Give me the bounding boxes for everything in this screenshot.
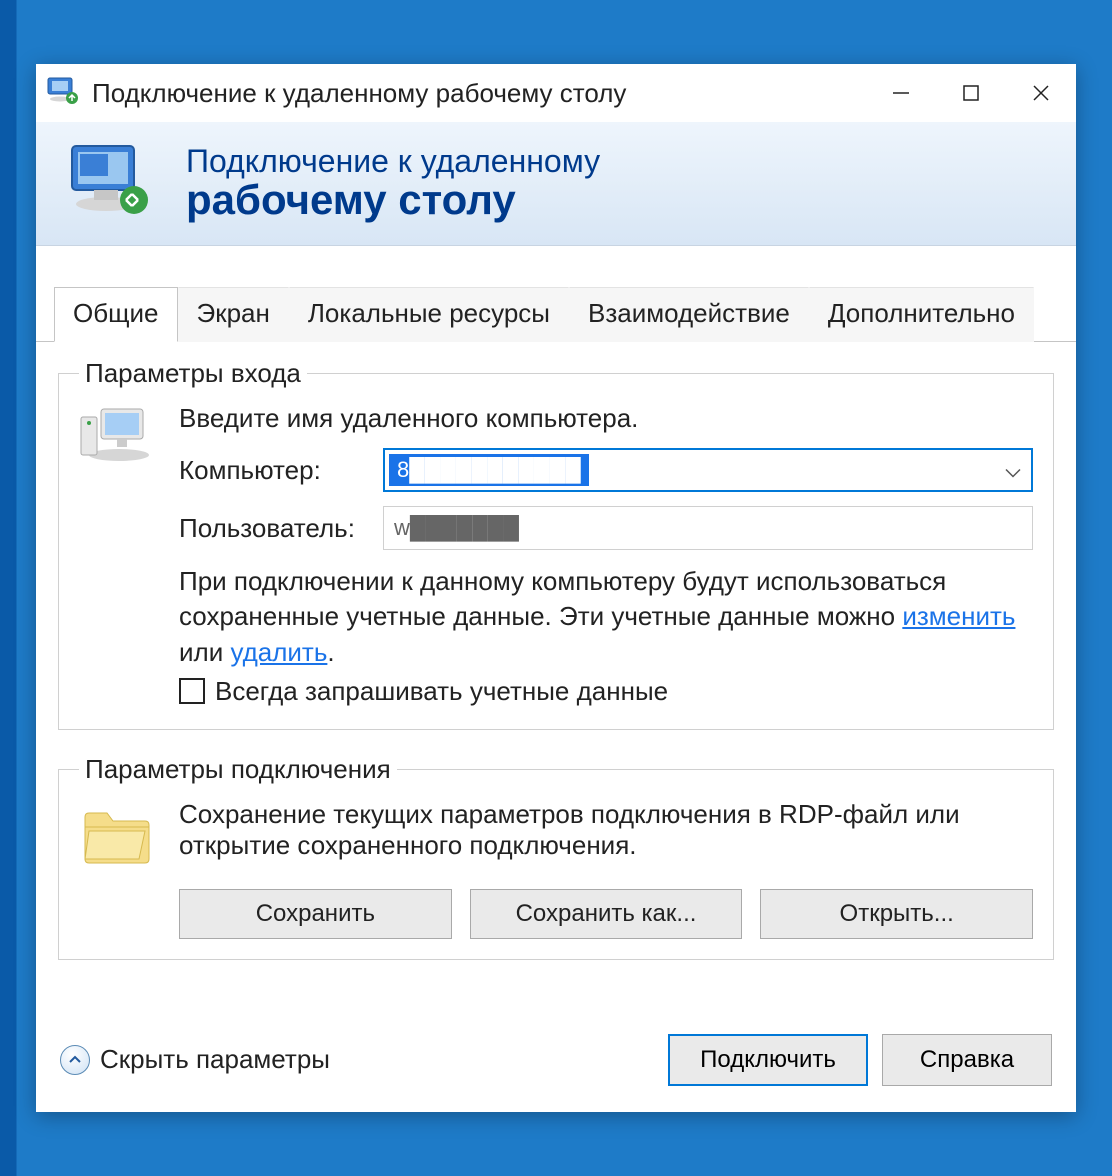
logon-legend: Параметры входа — [79, 358, 307, 389]
titlebar: Подключение к удаленному рабочему столу — [36, 64, 1076, 122]
banner-line2: рабочему столу — [186, 176, 600, 224]
connection-description: Сохранение текущих параметров подключени… — [179, 799, 1033, 861]
computer-combobox[interactable]: 8███████████ — [383, 448, 1033, 492]
close-button[interactable] — [1006, 68, 1076, 118]
connect-button[interactable]: Подключить — [668, 1034, 868, 1086]
logon-settings-group: Параметры входа Введите имя удаленного к… — [58, 358, 1054, 729]
hide-options-label: Скрыть параметры — [100, 1044, 330, 1075]
banner-text: Подключение к удаленному рабочему столу — [186, 143, 600, 224]
help-button[interactable]: Справка — [882, 1034, 1052, 1086]
tab-advanced[interactable]: Дополнительно — [809, 287, 1034, 342]
tab-content: Параметры входа Введите имя удаленного к… — [36, 342, 1076, 1023]
banner-line1: Подключение к удаленному — [186, 143, 600, 180]
connection-legend: Параметры подключения — [79, 754, 397, 785]
maximize-button[interactable] — [936, 68, 1006, 118]
minimize-button[interactable] — [866, 68, 936, 118]
computer-label: Компьютер: — [179, 455, 369, 486]
tabbar: Общие Экран Локальные ресурсы Взаимодейс… — [36, 246, 1076, 342]
username-value: w███████ — [394, 515, 519, 541]
connection-settings-group: Параметры подключения Сохранение текущих… — [58, 754, 1054, 960]
footer: Скрыть параметры Подключить Справка — [36, 1024, 1076, 1112]
logon-instruction: Введите имя удаленного компьютера. — [179, 403, 1033, 434]
always-ask-checkbox[interactable] — [179, 678, 205, 704]
computer-icon — [79, 403, 157, 708]
collapse-up-icon — [60, 1045, 90, 1075]
credentials-info: При подключении к данному компьютеру буд… — [179, 564, 1033, 708]
always-ask-label: Всегда запрашивать учетные данные — [215, 674, 668, 709]
save-button[interactable]: Сохранить — [179, 889, 452, 939]
tab-general[interactable]: Общие — [54, 287, 178, 342]
computer-value: 8███████████ — [389, 454, 589, 486]
tab-local-resources[interactable]: Локальные ресурсы — [289, 287, 569, 342]
rdp-icon — [66, 142, 162, 225]
chevron-down-icon — [1005, 455, 1021, 486]
username-field[interactable]: w███████ — [383, 506, 1033, 550]
delete-credentials-link[interactable]: удалить — [230, 637, 327, 667]
tab-experience[interactable]: Взаимодействие — [569, 287, 809, 342]
window-controls — [866, 68, 1076, 118]
hide-options-toggle[interactable]: Скрыть параметры — [60, 1044, 330, 1075]
rdp-window: Подключение к удаленному рабочему столу — [36, 64, 1076, 1111]
user-label: Пользователь: — [179, 513, 369, 544]
edit-credentials-link[interactable]: изменить — [902, 601, 1015, 631]
open-button[interactable]: Открыть... — [760, 889, 1033, 939]
tab-display[interactable]: Экран — [178, 287, 289, 342]
window-title: Подключение к удаленному рабочему столу — [92, 78, 866, 109]
app-icon — [46, 76, 82, 111]
banner: Подключение к удаленному рабочему столу — [36, 122, 1076, 246]
save-as-button[interactable]: Сохранить как... — [470, 889, 743, 939]
folder-icon — [79, 799, 157, 939]
